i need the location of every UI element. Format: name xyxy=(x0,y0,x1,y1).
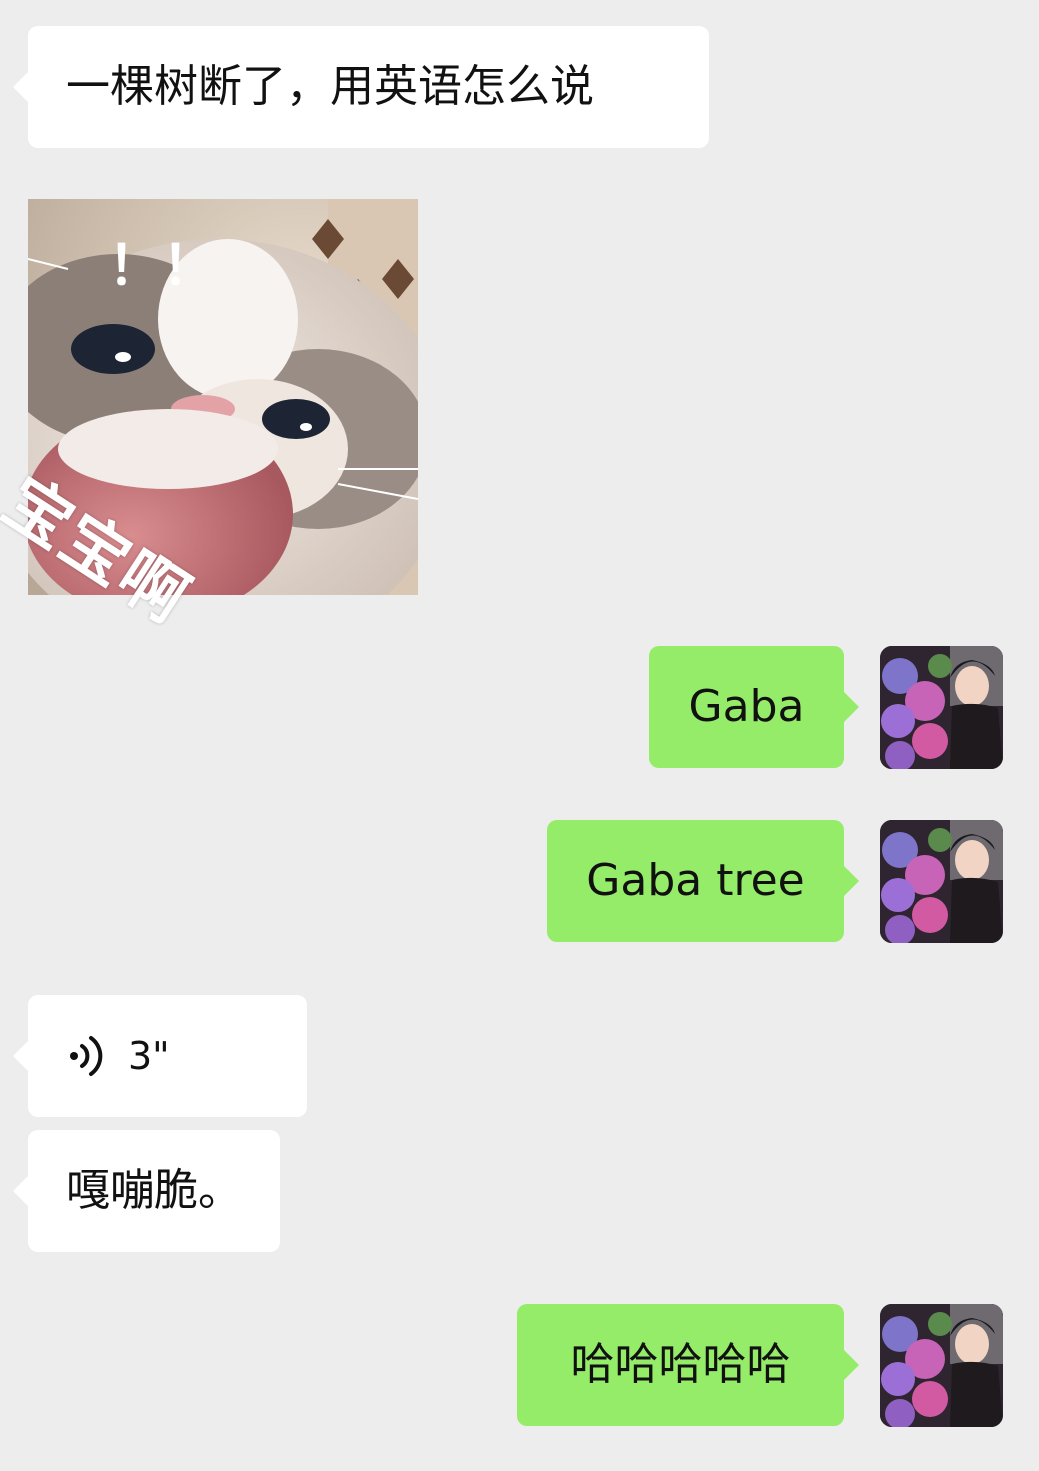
incoming-voice-message[interactable]: 3" xyxy=(13,995,307,1117)
voice-wave-icon xyxy=(68,1034,106,1078)
user-avatar[interactable] xyxy=(880,820,1003,943)
avatar-photo-icon xyxy=(880,820,1003,943)
avatar-photo-icon xyxy=(880,1304,1003,1427)
user-avatar[interactable] xyxy=(880,646,1003,769)
avatar-photo-icon xyxy=(880,646,1003,769)
message-text: Gaba xyxy=(688,681,805,732)
outgoing-message-haha[interactable]: 哈哈哈哈哈 xyxy=(517,1304,859,1426)
user-avatar[interactable] xyxy=(880,1304,1003,1427)
outgoing-message-gaba-tree[interactable]: Gaba tree xyxy=(547,820,859,942)
message-text: 嘎嘣脆。 xyxy=(66,1165,242,1216)
sticker-exclaim: ！！ xyxy=(108,234,216,297)
message-text: Gaba tree xyxy=(586,855,805,906)
incoming-message-1[interactable]: 一棵树断了，用英语怎么说 xyxy=(13,26,709,148)
voice-duration: 3" xyxy=(128,1034,170,1078)
outgoing-message-gaba[interactable]: Gaba xyxy=(649,646,859,768)
message-text: 哈哈哈哈哈 xyxy=(570,1339,791,1390)
message-text: 一棵树断了，用英语怎么说 xyxy=(66,61,594,112)
incoming-message-2[interactable]: 嘎嘣脆。 xyxy=(13,1130,280,1252)
